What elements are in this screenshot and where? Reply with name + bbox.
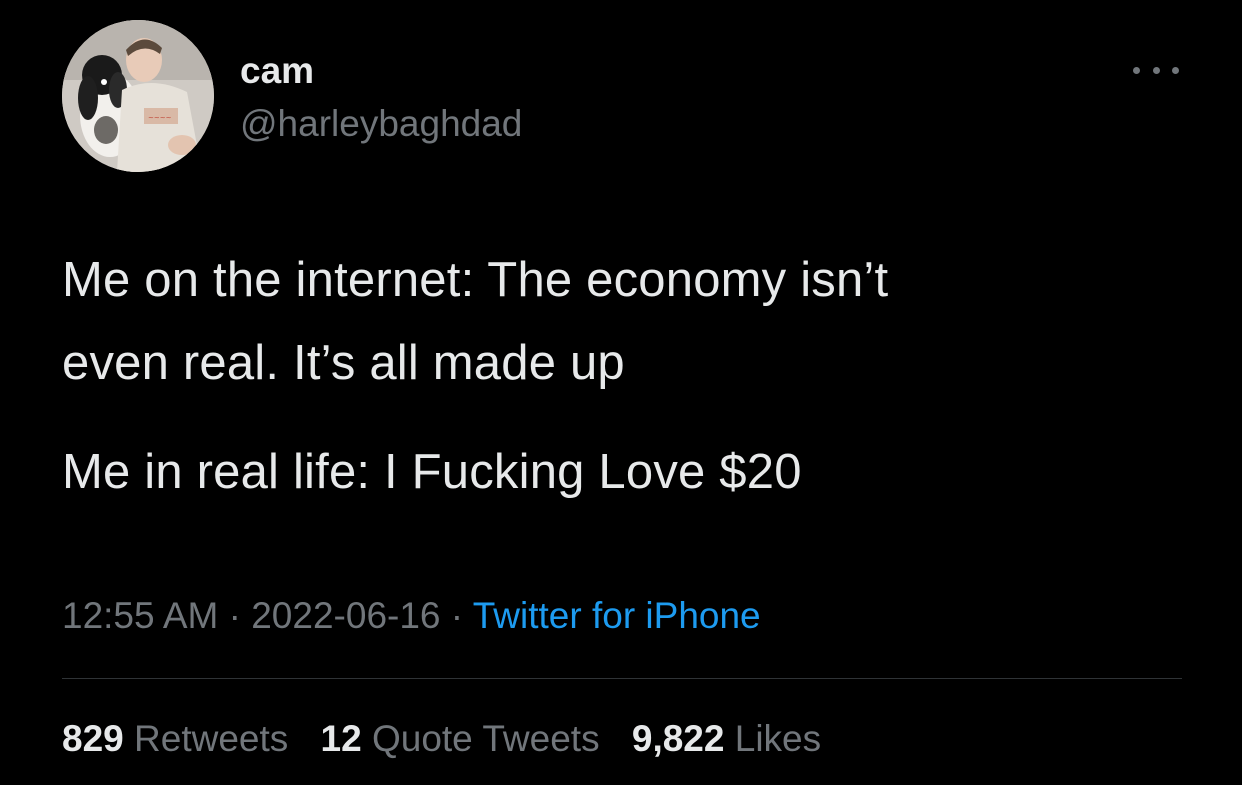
meta-separator: · bbox=[218, 595, 252, 636]
display-name[interactable]: cam bbox=[240, 47, 314, 95]
divider bbox=[62, 678, 1182, 679]
more-dot bbox=[1172, 66, 1179, 74]
profile-photo-icon: ~~~~ bbox=[62, 20, 214, 172]
more-dot bbox=[1152, 66, 1160, 74]
tweet-text-line: Me on the internet: The economy isn’t bbox=[62, 253, 889, 307]
tweet-source-link[interactable]: Twitter for iPhone bbox=[473, 595, 761, 636]
tweet-time[interactable]: 12:55 AM bbox=[62, 595, 218, 636]
tweet-stats: 829 Retweets 12 Quote Tweets 9,822 Likes bbox=[62, 715, 843, 763]
retweets-label: Retweets bbox=[134, 718, 289, 759]
tweet-meta: 12:55 AM · 2022-06-16 · Twitter for iPho… bbox=[62, 592, 761, 640]
retweets-stat[interactable]: 829 Retweets bbox=[62, 718, 288, 759]
tweet-text-line: Me in real life: I Fucking Love $20 bbox=[62, 445, 802, 499]
tweet-date[interactable]: 2022-06-16 bbox=[251, 595, 440, 636]
more-icon[interactable] bbox=[1131, 56, 1181, 84]
user-handle[interactable]: @harleybaghdad bbox=[240, 100, 522, 148]
tweet-text-line: even real. It’s all made up bbox=[62, 336, 625, 390]
quote-tweets-label: Quote Tweets bbox=[371, 718, 600, 759]
svg-text:~~~~: ~~~~ bbox=[148, 114, 172, 122]
likes-stat[interactable]: 9,822 Likes bbox=[632, 718, 821, 759]
quote-tweets-count: 12 bbox=[320, 718, 362, 759]
quote-tweets-stat[interactable]: 12 Quote Tweets bbox=[321, 718, 600, 759]
tweet-card: ~~~~ cam @harleybaghdad Me on the intern… bbox=[0, 0, 1242, 785]
more-dot bbox=[1133, 66, 1140, 74]
retweets-count: 829 bbox=[62, 718, 124, 759]
meta-separator: · bbox=[440, 595, 473, 636]
likes-count: 9,822 bbox=[631, 718, 725, 759]
avatar[interactable]: ~~~~ bbox=[62, 20, 214, 172]
likes-label: Likes bbox=[734, 718, 822, 759]
